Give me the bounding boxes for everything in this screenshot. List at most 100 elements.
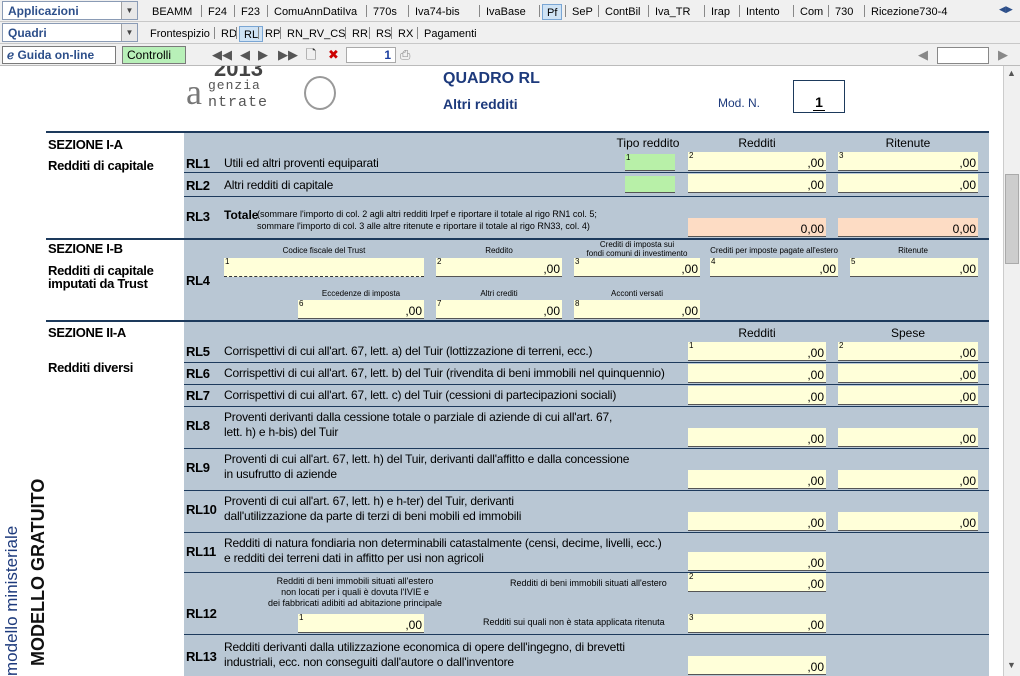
tab-com[interactable]: Com (796, 4, 827, 20)
rl4-altri-field[interactable]: 7,00 (436, 299, 562, 319)
col-ritenute: Ritenute (885, 136, 931, 150)
guide-online-button[interactable]: ℯ Guida on-line (2, 46, 116, 64)
rl5-spese-field[interactable]: 2,00 (838, 341, 978, 361)
rl1-redditi-field[interactable]: 2,00 (688, 151, 826, 171)
tab-iva74-bis[interactable]: Iva74-bis (411, 4, 464, 20)
rl6-spese-field[interactable]: ,00 (838, 364, 978, 383)
logo-line2: ntrate (208, 94, 269, 111)
rl7-redditi-field[interactable]: ,00 (688, 386, 826, 405)
tab-separator (366, 5, 367, 17)
first-page-icon[interactable]: ◀◀ (212, 47, 232, 63)
new-page-icon[interactable]: 🗋 (306, 47, 316, 63)
rl13-redditi-field[interactable]: ,00 (688, 656, 826, 675)
tab-intento[interactable]: Intento (742, 4, 784, 20)
scroll-left-icon[interactable]: ◀ (918, 47, 928, 63)
tab-iva-tr[interactable]: Iva_TR (651, 4, 694, 20)
rl10-spese-field[interactable]: ,00 (838, 512, 978, 531)
applications-combo[interactable]: Applicazioni ▼ (2, 1, 138, 20)
rl8-desc1: Proventi derivanti dalla cessione totale… (224, 410, 613, 424)
rl5-redditi-field[interactable]: 1,00 (688, 341, 826, 361)
next-page-icon[interactable]: ▶ (258, 47, 268, 63)
rl4-eccedenze-field[interactable]: 6,00 (298, 299, 424, 319)
tab-rn-rv-cs[interactable]: RN_RV_CS (283, 26, 350, 42)
logo-line1: genzia (208, 78, 261, 93)
rl4-codice-fiscale-field[interactable]: 1 (224, 257, 424, 277)
rl12-col2-decimals: ,00 (807, 577, 824, 591)
vertical-scrollbar[interactable]: ▲ ▼ (1003, 66, 1020, 676)
rl4-h-crediti1: Crediti di imposta sui (599, 240, 675, 249)
rl2-ritenute-field[interactable]: ,00 (838, 174, 978, 193)
rl5-code: RL5 (186, 344, 210, 359)
side-label-line2: MODELLO GRATUITO (28, 478, 48, 666)
applications-combo-label: Applicazioni (8, 4, 79, 18)
rl4-acconti-field[interactable]: 8,00 (574, 299, 700, 319)
tab-sep[interactable]: SeP (568, 4, 597, 20)
rl6-redditi-field[interactable]: ,00 (688, 364, 826, 383)
rl10-redditi-field[interactable]: ,00 (688, 512, 826, 531)
right-search-field[interactable] (937, 47, 989, 64)
rl11-redditi-field[interactable]: ,00 (688, 552, 826, 571)
rl8-spese-field[interactable]: ,00 (838, 428, 978, 447)
controls-button[interactable]: Controlli (122, 46, 186, 64)
mod-number-field[interactable]: 1 (793, 80, 845, 113)
section-ia-title: SEZIONE I-A (48, 137, 123, 152)
chevron-down-icon[interactable]: ▼ (121, 2, 137, 19)
rl1-ritenute-decimals: ,00 (959, 156, 976, 170)
tab-770s[interactable]: 770s (369, 4, 401, 20)
tab-rl[interactable]: RL (239, 26, 264, 42)
frames-combo[interactable]: Quadri ▼ (2, 23, 138, 42)
rl7-spese-field[interactable]: ,00 (838, 386, 978, 405)
page-number-field[interactable]: 1 (346, 47, 396, 63)
rl4-ritenute-field[interactable]: 5,00 (850, 257, 978, 277)
section-ib-title: SEZIONE I-B (48, 241, 123, 256)
controls-label: Controlli (127, 48, 172, 62)
last-page-icon[interactable]: ▶▶ (278, 47, 298, 63)
rl4-estero-field[interactable]: 4,00 (710, 257, 838, 277)
scroll-right-icon[interactable]: ▶ (998, 47, 1008, 63)
tab-separator (236, 27, 237, 39)
tab-f23[interactable]: F23 (237, 4, 264, 20)
rl9-redditi-field[interactable]: ,00 (688, 470, 826, 489)
tab-ricezione730-4[interactable]: Ricezione730-4 (867, 4, 951, 20)
tab-contbil[interactable]: ContBil (601, 4, 644, 20)
print-icon[interactable]: ⎙ (400, 47, 410, 63)
delete-page-icon[interactable]: ✖ (328, 47, 339, 63)
rl12-col1-field[interactable]: 1,00 (298, 613, 424, 633)
rl8-redditi-field[interactable]: ,00 (688, 428, 826, 447)
tab-rx[interactable]: RX (394, 26, 417, 42)
scrollbar-thumb[interactable] (1005, 174, 1019, 264)
previous-page-icon[interactable]: ◀ (240, 47, 250, 63)
tab-irap[interactable]: Irap (707, 4, 734, 20)
rl12-col3-field[interactable]: 3,00 (688, 613, 826, 633)
logo-a-icon: a (186, 72, 202, 112)
tab-comuanndatiiva[interactable]: ComuAnnDatiIva (270, 4, 361, 20)
scroll-down-icon[interactable]: ▼ (1007, 660, 1016, 670)
tab-ivabase[interactable]: IvaBase (482, 4, 530, 20)
col-tipo-reddito: Tipo reddito (616, 136, 680, 150)
chevron-down-icon[interactable]: ▼ (121, 24, 137, 41)
tab-f24[interactable]: F24 (204, 4, 231, 20)
rl9-desc2: in usufrutto di aziende (224, 467, 337, 481)
rl4-reddito-field[interactable]: 2,00 (436, 257, 562, 277)
rl12-col2-field[interactable]: 2,00 (688, 572, 826, 592)
rl8-code: RL8 (186, 418, 210, 433)
scroll-up-icon[interactable]: ▲ (1007, 68, 1016, 78)
rl9-spese-field[interactable]: ,00 (838, 470, 978, 489)
rl1-ritenute-field[interactable]: 3,00 (838, 151, 978, 171)
tab-beamm[interactable]: BEAMM (148, 4, 196, 20)
rl4-crediti-field[interactable]: 3,00 (574, 257, 700, 277)
tab-730[interactable]: 730 (831, 4, 857, 20)
navigation-toolbar: ℯ Guida on-line Controlli ◀◀ ◀ ▶ ▶▶ 🗋 ✖ … (0, 44, 1020, 66)
rl11-desc2: e redditi dei terreni dati in affitto pe… (224, 551, 484, 565)
rl10-desc2: dall'utilizzazione da parte di terzi di … (224, 509, 522, 523)
tab-rd[interactable]: RD (217, 26, 241, 42)
tab-frontespizio[interactable]: Frontespizio (146, 26, 214, 42)
rl11-code: RL11 (186, 544, 216, 559)
tab-pagamenti[interactable]: Pagamenti (420, 26, 481, 42)
rl2-tipo-field[interactable] (625, 176, 675, 193)
tab-scroll-arrows-icon[interactable]: ◀▶ (999, 4, 1013, 15)
rl1-tipo-field[interactable]: 1 (625, 153, 675, 171)
tab-separator (258, 27, 259, 39)
tab-pf[interactable]: Pf (542, 4, 563, 20)
rl2-redditi-field[interactable]: ,00 (688, 174, 826, 193)
